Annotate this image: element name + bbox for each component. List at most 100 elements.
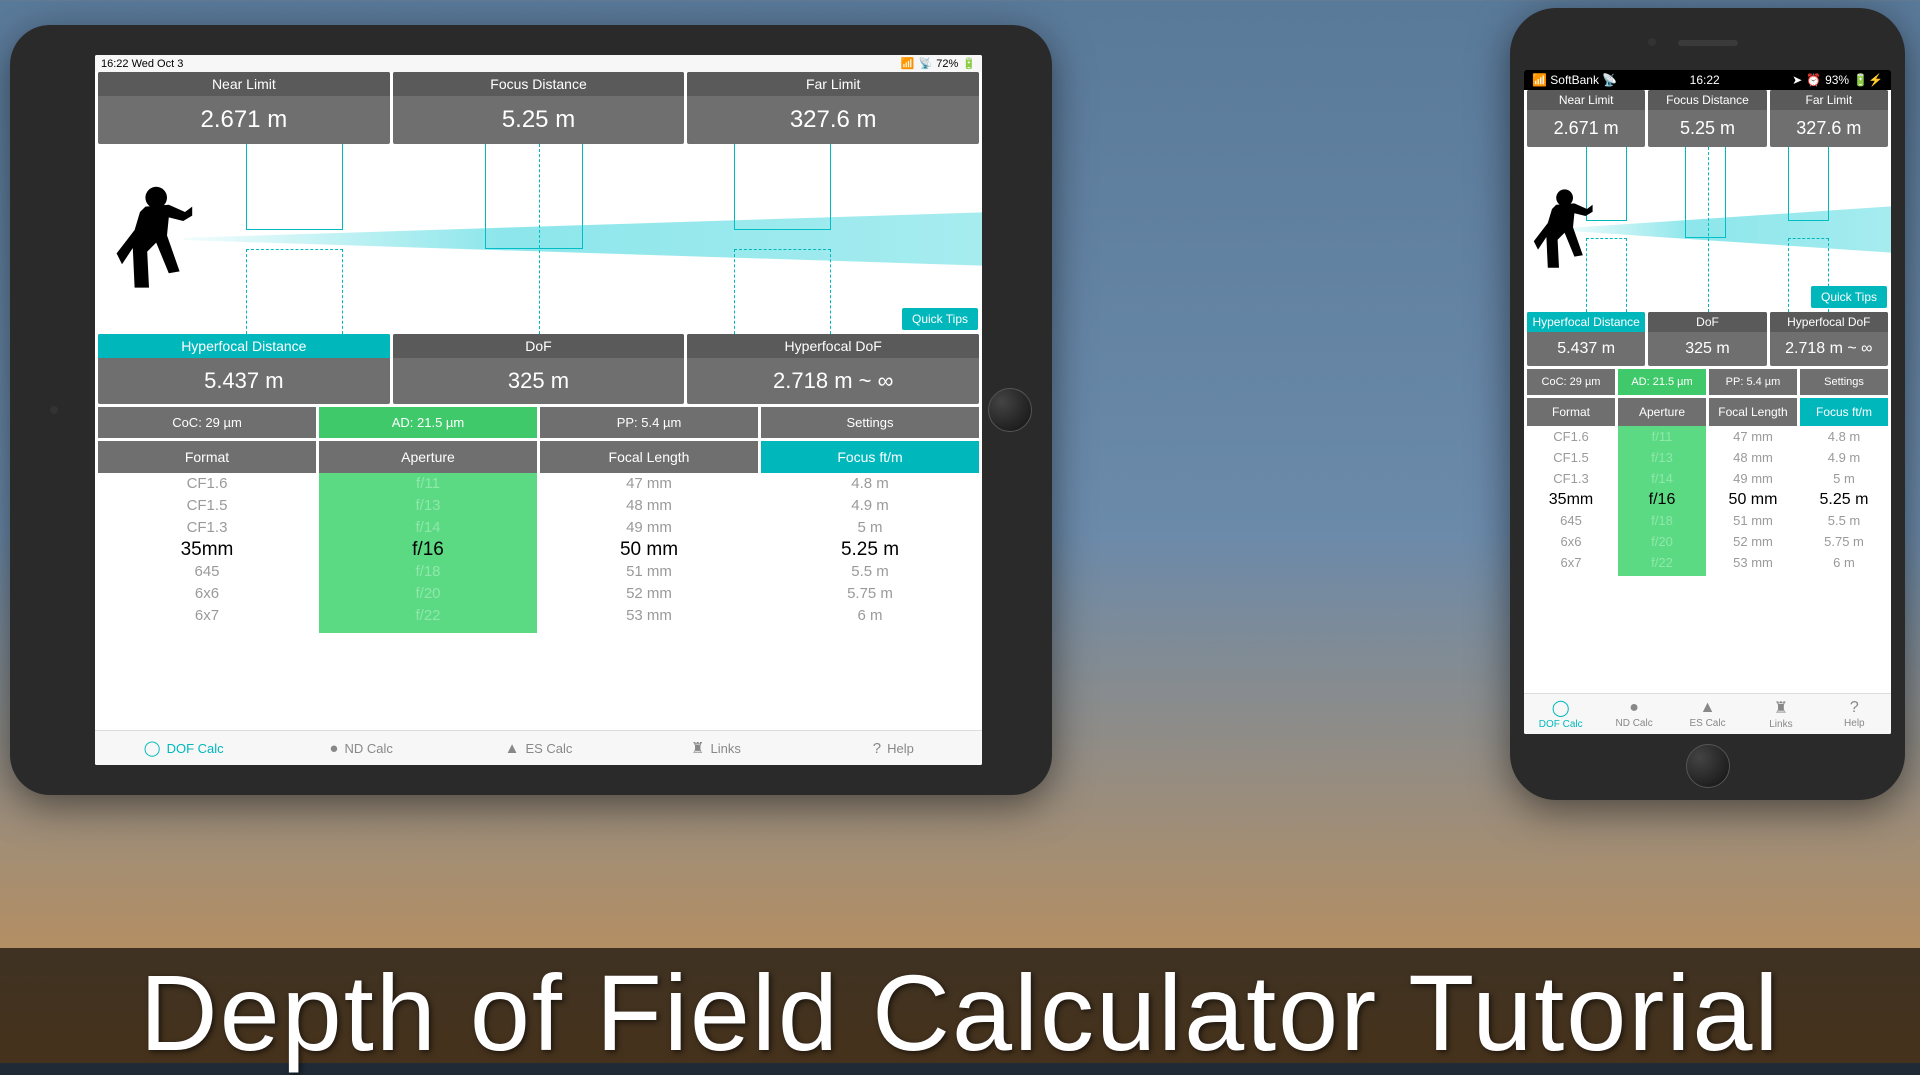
wheel-item[interactable]: 4.8 m	[1800, 426, 1888, 447]
settings-button[interactable]: Settings	[761, 407, 979, 438]
wheel-item[interactable]: 50 mm	[540, 539, 758, 561]
focus-wheel[interactable]: 4.8 m4.9 m5 m5.25 m5.5 m5.75 m6 m	[761, 473, 979, 633]
wheel-item[interactable]: CF1.3	[1527, 468, 1615, 489]
coc-button[interactable]: CoC: 29 µm	[98, 407, 316, 438]
tab-es-calc[interactable]: ▲ES Calc	[450, 731, 627, 765]
wheel-item[interactable]: f/16	[319, 539, 537, 561]
wheel-item[interactable]: f/20	[1618, 531, 1706, 552]
tab-help[interactable]: ?Help	[805, 731, 982, 765]
wheel-item[interactable]: 6x6	[1527, 531, 1615, 552]
wheel-item[interactable]: f/16	[1618, 489, 1706, 510]
wheel-item[interactable]: 5 m	[1800, 468, 1888, 489]
wheel-item[interactable]: 4.9 m	[1800, 447, 1888, 468]
wheel-item[interactable]: 49 mm	[1709, 468, 1797, 489]
wheel-item[interactable]: f/22	[319, 605, 537, 627]
wheel-item[interactable]: 4.9 m	[761, 495, 979, 517]
focus-wheel[interactable]: 4.8 m4.9 m5 m5.25 m5.5 m5.75 m6 m	[1800, 426, 1888, 576]
wheel-item[interactable]: 6x7	[98, 605, 316, 627]
aperture-wheel[interactable]: f/11f/13f/14f/16f/18f/20f/22	[1618, 426, 1706, 576]
tab-nd-calc[interactable]: ●ND Calc	[272, 731, 449, 765]
wheel-item[interactable]: CF1.5	[98, 495, 316, 517]
wheel-item[interactable]: f/13	[1618, 447, 1706, 468]
wheel-item[interactable]: CF1.6	[98, 473, 316, 495]
battery-percent: 72%	[936, 58, 958, 70]
wheel-item[interactable]: f/22	[1618, 552, 1706, 573]
iphone-home-button[interactable]	[1686, 744, 1730, 788]
wheel-item[interactable]: CF1.3	[98, 517, 316, 539]
tab-help[interactable]: ?Help	[1818, 694, 1891, 734]
mid-result-row: Hyperfocal Distance 5.437 m DoF 325 m Hy…	[1524, 312, 1891, 366]
wheel-item[interactable]: f/18	[1618, 510, 1706, 531]
wheel-item[interactable]: 5.75 m	[1800, 531, 1888, 552]
wheel-item[interactable]: CF1.5	[1527, 447, 1615, 468]
tab-links[interactable]: ♜Links	[627, 731, 804, 765]
wheel-item[interactable]: 51 mm	[1709, 510, 1797, 531]
focus-header: Focus ft/m	[1800, 398, 1888, 426]
wheel-item[interactable]: 6 m	[1800, 552, 1888, 573]
quick-tips-button[interactable]: Quick Tips	[1811, 286, 1887, 308]
ipad-home-button[interactable]	[988, 388, 1032, 432]
wheel-item[interactable]: 5.25 m	[761, 539, 979, 561]
format-wheel[interactable]: CF1.6CF1.5CF1.335mm6456x66x7	[98, 473, 316, 633]
wheel-item[interactable]: 52 mm	[1709, 531, 1797, 552]
ad-button[interactable]: AD: 21.5 µm	[1618, 369, 1706, 395]
coc-button[interactable]: CoC: 29 µm	[1527, 369, 1615, 395]
wheel-item[interactable]: 5 m	[761, 517, 979, 539]
wheel-item[interactable]: 35mm	[1527, 489, 1615, 510]
wheel-item[interactable]: 47 mm	[1709, 426, 1797, 447]
wheel-item[interactable]: CF1.6	[1527, 426, 1615, 447]
wheel-item[interactable]: 53 mm	[540, 605, 758, 627]
focal-length-header: Focal Length	[540, 441, 758, 473]
far-limit-value: 327.6 m	[687, 96, 979, 144]
aperture-header: Aperture	[1618, 398, 1706, 426]
wheel-item[interactable]: 49 mm	[540, 517, 758, 539]
wheel-item[interactable]: 53 mm	[1709, 552, 1797, 573]
near-limit-value: 2.671 m	[98, 96, 390, 144]
wheel-item[interactable]: 48 mm	[1709, 447, 1797, 468]
wheel-item[interactable]: 5.5 m	[1800, 510, 1888, 531]
wheel-item[interactable]: 48 mm	[540, 495, 758, 517]
tab-links[interactable]: ♜Links	[1744, 694, 1817, 734]
aperture-wheel[interactable]: f/11f/13f/14f/16f/18f/20f/22	[319, 473, 537, 633]
wheel-item[interactable]: 5.75 m	[761, 583, 979, 605]
wheel-item[interactable]: 35mm	[98, 539, 316, 561]
format-wheel[interactable]: CF1.6CF1.5CF1.335mm6456x66x7	[1527, 426, 1615, 576]
tab-dof-calc[interactable]: ◯DOF Calc	[95, 731, 272, 765]
wheel-item[interactable]: 50 mm	[1709, 489, 1797, 510]
wheel-item[interactable]: 51 mm	[540, 561, 758, 583]
format-header: Format	[1527, 398, 1615, 426]
settings-button[interactable]: Settings	[1800, 369, 1888, 395]
pp-button[interactable]: PP: 5.4 µm	[1709, 369, 1797, 395]
focal-length-wheel[interactable]: 47 mm48 mm49 mm50 mm51 mm52 mm53 mm	[540, 473, 758, 633]
wheel-item[interactable]: 6 m	[761, 605, 979, 627]
wheel-item[interactable]: f/11	[319, 473, 537, 495]
far-limit-value: 327.6 m	[1770, 110, 1888, 147]
filter-icon: ●	[329, 740, 338, 757]
wheel-item[interactable]: f/14	[319, 517, 537, 539]
tab-nd-calc[interactable]: ●ND Calc	[1597, 694, 1670, 734]
wheel-item[interactable]: f/20	[319, 583, 537, 605]
wheel-item[interactable]: 47 mm	[540, 473, 758, 495]
ad-button[interactable]: AD: 21.5 µm	[319, 407, 537, 438]
tab-nd-label: ND Calc	[1615, 718, 1652, 729]
wheel-item[interactable]: f/14	[1618, 468, 1706, 489]
tab-dof-calc[interactable]: ◯DOF Calc	[1524, 694, 1597, 734]
wheel-item[interactable]: f/11	[1618, 426, 1706, 447]
wheel-item[interactable]: 645	[1527, 510, 1615, 531]
wheel-item[interactable]: 5.5 m	[761, 561, 979, 583]
pp-button[interactable]: PP: 5.4 µm	[540, 407, 758, 438]
wheel-item[interactable]: 6x7	[1527, 552, 1615, 573]
wheel-item[interactable]: f/13	[319, 495, 537, 517]
wheel-item[interactable]: 645	[98, 561, 316, 583]
wheel-item[interactable]: 4.8 m	[761, 473, 979, 495]
wheel-item[interactable]: f/18	[319, 561, 537, 583]
dof-card: DoF 325 m	[393, 334, 685, 404]
wheel-item[interactable]: 6x6	[98, 583, 316, 605]
quick-tips-button[interactable]: Quick Tips	[902, 308, 978, 330]
wheel-item[interactable]: 52 mm	[540, 583, 758, 605]
settings-row: CoC: 29 µm AD: 21.5 µm PP: 5.4 µm Settin…	[95, 404, 982, 441]
tab-es-calc[interactable]: ▲ES Calc	[1671, 694, 1744, 734]
wheel-item[interactable]: 5.25 m	[1800, 489, 1888, 510]
focal-length-wheel[interactable]: 47 mm48 mm49 mm50 mm51 mm52 mm53 mm	[1709, 426, 1797, 576]
hyperfocal-dof-value: 2.718 m ~ ∞	[1770, 332, 1888, 366]
